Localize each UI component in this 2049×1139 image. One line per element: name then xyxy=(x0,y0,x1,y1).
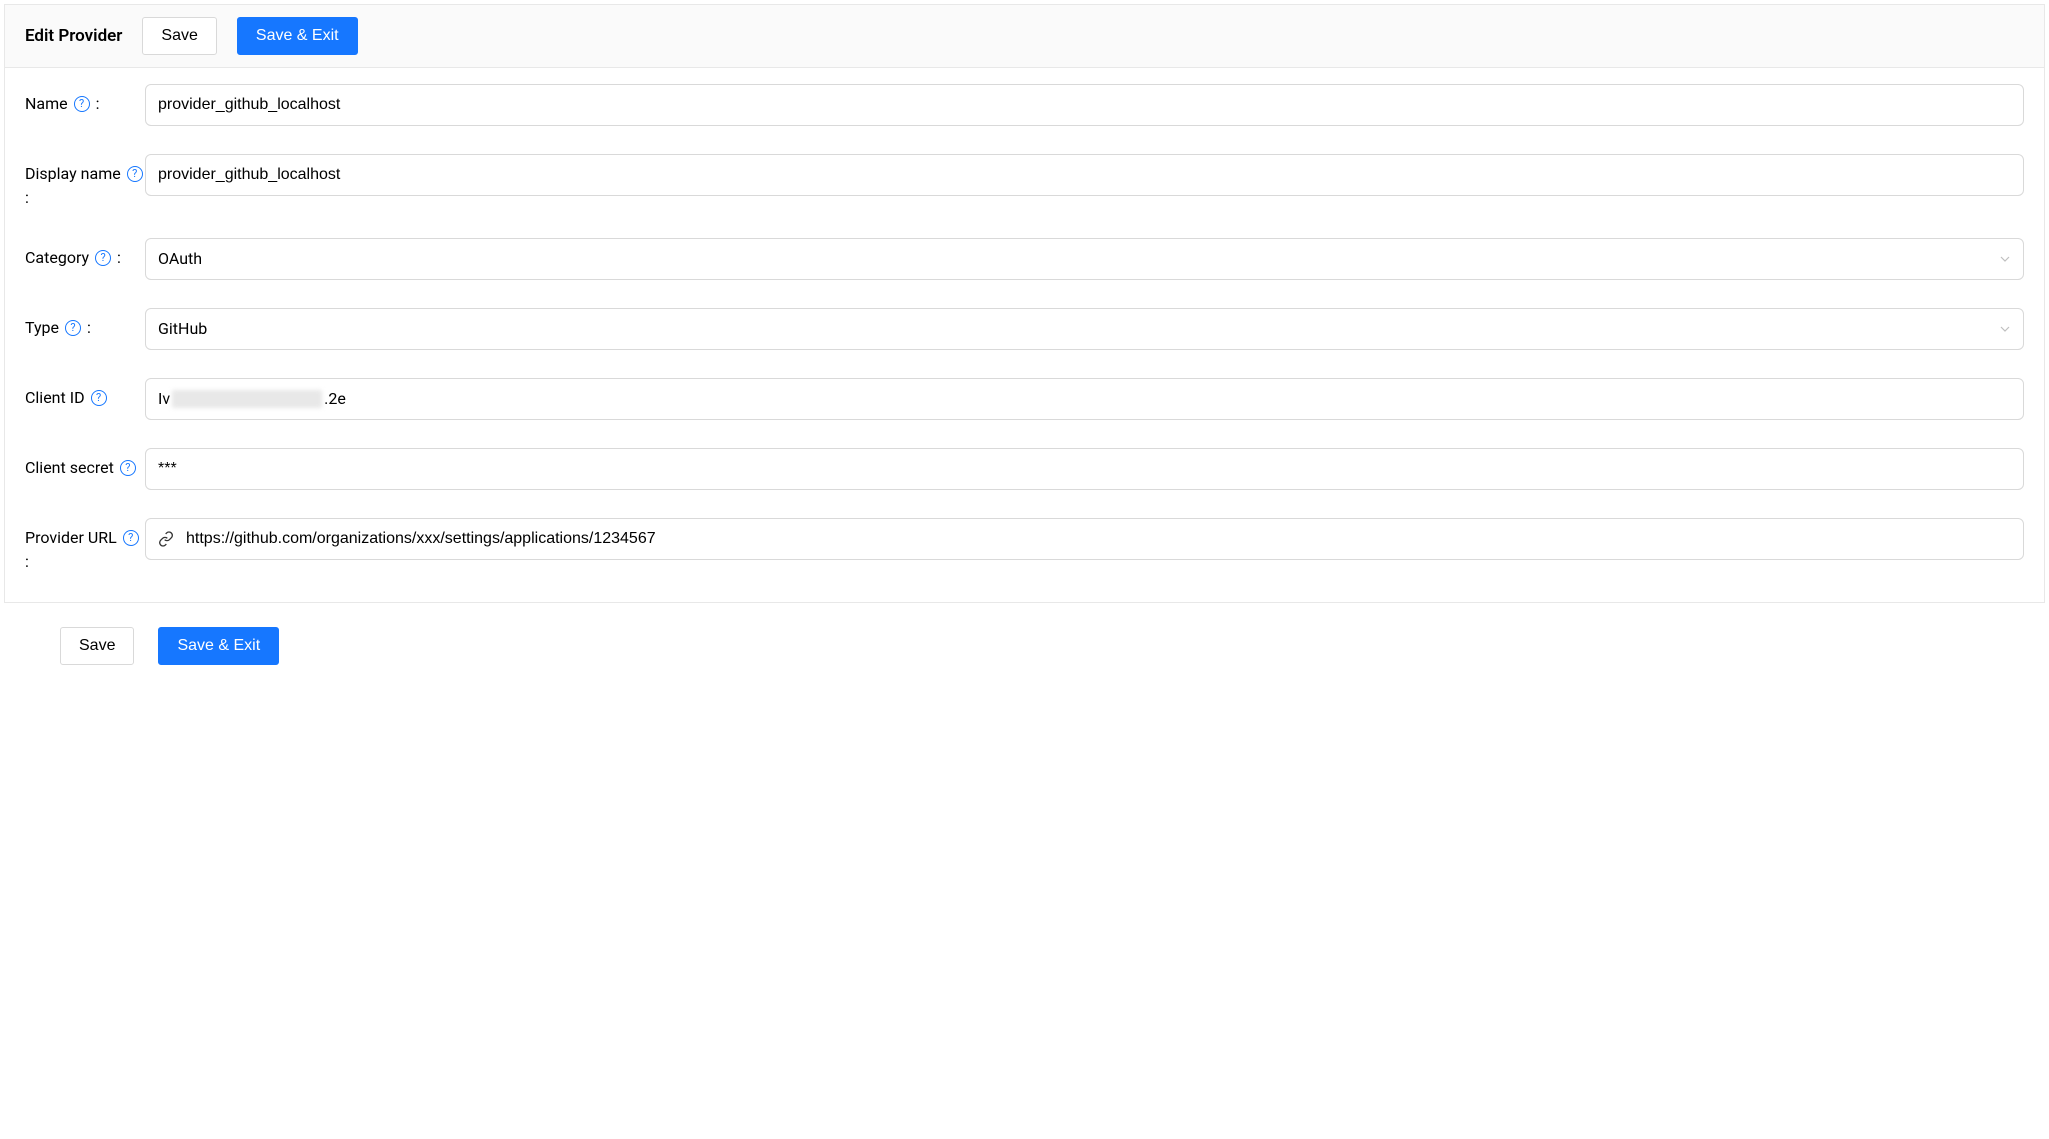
row-type: Type ? : GitHub xyxy=(25,308,2024,350)
help-icon[interactable]: ? xyxy=(91,390,107,406)
label-type: Type ? : xyxy=(25,308,145,340)
type-select[interactable]: GitHub xyxy=(145,308,2024,350)
footer-save-exit-button[interactable]: Save & Exit xyxy=(158,627,279,665)
category-select[interactable]: OAuth xyxy=(145,238,2024,280)
save-button[interactable]: Save xyxy=(142,17,216,55)
name-input[interactable] xyxy=(145,84,2024,126)
row-display-name: Display name ? : xyxy=(25,154,2024,210)
provider-url-input[interactable] xyxy=(174,519,2023,559)
client-secret-input[interactable] xyxy=(145,448,2024,490)
row-client-secret: Client secret ? xyxy=(25,448,2024,490)
client-id-input[interactable]: Iv .2e xyxy=(145,378,2024,420)
row-category: Category ? : OAuth xyxy=(25,238,2024,280)
help-icon[interactable]: ? xyxy=(120,460,136,476)
link-icon xyxy=(146,531,174,547)
label-client-secret: Client secret ? xyxy=(25,448,145,480)
footer-save-button[interactable]: Save xyxy=(60,627,134,665)
row-client-id: Client ID ? Iv .2e xyxy=(25,378,2024,420)
chevron-down-icon xyxy=(1999,253,2011,265)
page-title: Edit Provider xyxy=(25,26,122,46)
footer-buttons: Save Save & Exit xyxy=(0,607,2049,685)
display-name-input[interactable] xyxy=(145,154,2024,196)
chevron-down-icon xyxy=(1999,323,2011,335)
label-provider-url: Provider URL ? : xyxy=(25,518,145,574)
help-icon[interactable]: ? xyxy=(123,530,139,546)
form-body: Name ? : Display name ? : Category ? xyxy=(5,68,2044,574)
row-provider-url: Provider URL ? : xyxy=(25,518,2024,574)
label-name: Name ? : xyxy=(25,84,145,116)
row-name: Name ? : xyxy=(25,84,2024,126)
help-icon[interactable]: ? xyxy=(95,250,111,266)
label-category: Category ? : xyxy=(25,238,145,270)
save-exit-button[interactable]: Save & Exit xyxy=(237,17,358,55)
provider-url-input-wrap xyxy=(145,518,2024,560)
redacted-text xyxy=(172,390,322,408)
label-display-name: Display name ? : xyxy=(25,154,145,210)
header-bar: Edit Provider Save Save & Exit xyxy=(5,5,2044,68)
help-icon[interactable]: ? xyxy=(65,320,81,336)
label-client-id: Client ID ? xyxy=(25,378,145,410)
help-icon[interactable]: ? xyxy=(74,96,90,112)
help-icon[interactable]: ? xyxy=(127,166,143,182)
